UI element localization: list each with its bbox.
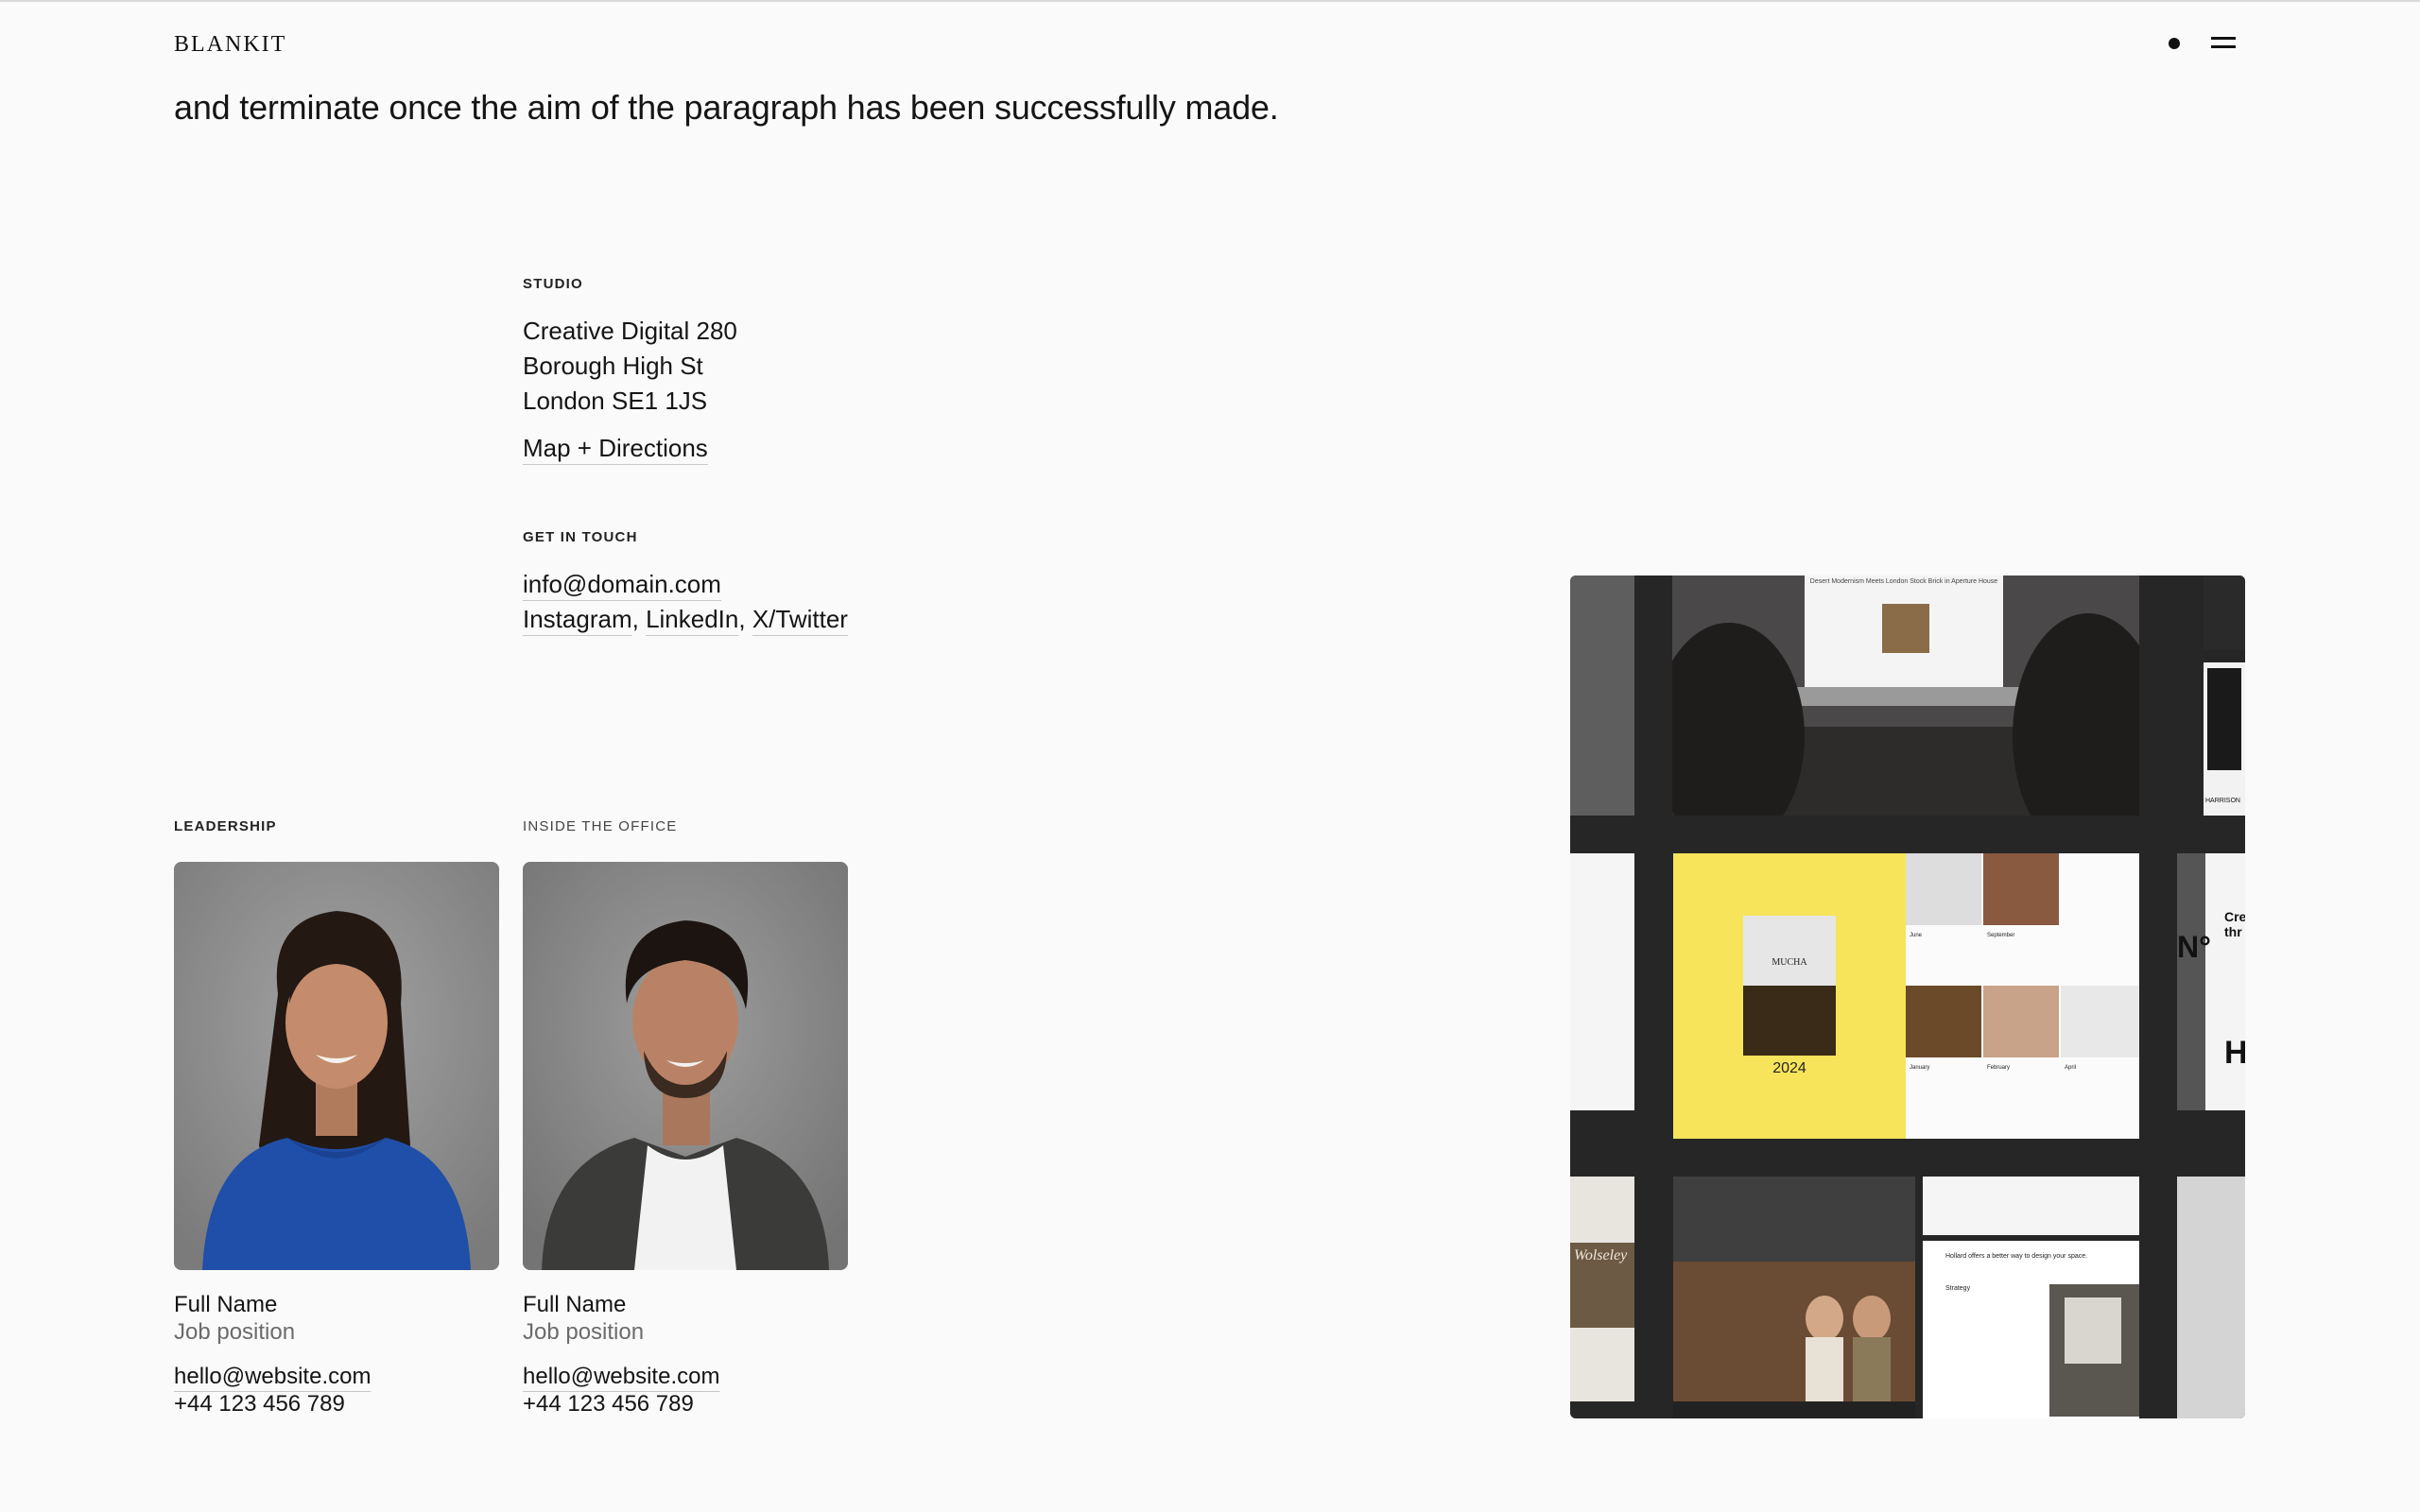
side-letter-h: H <box>2224 1035 2245 1071</box>
year-label: 2024 <box>1772 1060 1806 1076</box>
office-contact: Full Name Job position hello@website.com… <box>523 1291 719 1418</box>
person-email-link[interactable]: hello@website.com <box>523 1364 719 1389</box>
menu-icon[interactable] <box>2211 35 2236 50</box>
person-name: Full Name <box>523 1292 627 1317</box>
dot-icon <box>2169 38 2180 49</box>
gallery-tile-laptop: Desert Modernism Meets London Stock Bric… <box>1672 576 2139 816</box>
top-divider <box>0 0 2420 2</box>
month-4: February <box>1987 1065 2010 1071</box>
article-sub: Strategy <box>1945 1285 1971 1292</box>
studio-label: STUDIO <box>523 276 583 292</box>
gallery-tile-models <box>1673 1177 1915 1418</box>
contact-details: info@domain.com Instagram, LinkedIn, X/T… <box>523 570 848 633</box>
person-phone[interactable]: +44 123 456 789 <box>523 1390 719 1418</box>
office-portrait <box>523 862 848 1270</box>
leadership-portrait <box>174 862 499 1270</box>
brand-mark: HARRISON <box>2205 798 2240 804</box>
gallery-tile-article: Hollard offers a better way to design yo… <box>1923 1241 2139 1418</box>
side-word: Wolseley <box>1574 1247 1628 1263</box>
gallery-tile-right-4 <box>2177 1177 2245 1418</box>
person-name: Full Name <box>174 1292 278 1317</box>
side-letter-n: N° <box>2177 930 2211 964</box>
gallery-tile-left-bottom: Wolseley <box>1570 1177 1634 1401</box>
person-position: Job position <box>174 1319 296 1345</box>
office-label: INSIDE THE OFFICE <box>523 818 678 834</box>
gallery-tile-left-mid <box>1570 853 1634 1110</box>
gallery-tile-right-2: HARRISON <box>2204 662 2245 816</box>
month-2: September <box>1987 933 2014 938</box>
person-position: Job position <box>523 1319 645 1345</box>
month-1: June <box>1910 933 1923 938</box>
address-line-2: Borough High St <box>523 352 703 380</box>
studio-address: Creative Digital 280 Borough High St Lon… <box>523 314 737 419</box>
side-word-1: Cre <box>2224 909 2245 924</box>
linkedin-link[interactable]: LinkedIn <box>646 605 738 633</box>
contact-email-link[interactable]: info@domain.com <box>523 570 721 598</box>
spread-caption: Desert Modernism Meets London Stock Bric… <box>1810 578 1998 585</box>
map-directions-row: Map + Directions <box>523 431 708 466</box>
month-3: January <box>1910 1065 1929 1071</box>
book-title: MUCHA <box>1772 957 1807 968</box>
twitter-link[interactable]: X/Twitter <box>752 605 848 633</box>
address-line-3: London SE1 1JS <box>523 387 708 415</box>
gallery-tile-right-1 <box>2204 576 2245 649</box>
logo[interactable]: BLANKIT <box>174 32 286 58</box>
gallery-tile-yellow-cover: MUCHA 2024 <box>1673 853 1906 1139</box>
gallery-tile-left-top <box>1570 576 1634 816</box>
side-word-2: thr <box>2224 924 2242 939</box>
gallery-tile-calendar-grid: June September January February April <box>1906 853 2139 1139</box>
leadership-label: LEADERSHIP <box>174 818 277 834</box>
month-5: April <box>2065 1065 2076 1071</box>
article-heading: Hollard offers a better way to design yo… <box>1945 1253 2087 1260</box>
gallery-tile-doc-top <box>1923 1177 2139 1235</box>
contact-label: GET IN TOUCH <box>523 529 638 545</box>
intro-paragraph: and terminate once the aim of the paragr… <box>174 88 1279 127</box>
leadership-contact: Full Name Job position hello@website.com… <box>174 1291 371 1418</box>
person-phone[interactable]: +44 123 456 789 <box>174 1390 371 1418</box>
portfolio-gallery[interactable]: Wolseley Desert Modernism Meets London S… <box>1570 576 2245 1418</box>
map-directions-link[interactable]: Map + Directions <box>523 434 708 462</box>
person-email-link[interactable]: hello@website.com <box>174 1364 371 1389</box>
instagram-link[interactable]: Instagram <box>523 605 632 633</box>
address-line-1: Creative Digital 280 <box>523 317 737 345</box>
gallery-tile-right-3: N° H Cre thr <box>2177 853 2245 1110</box>
